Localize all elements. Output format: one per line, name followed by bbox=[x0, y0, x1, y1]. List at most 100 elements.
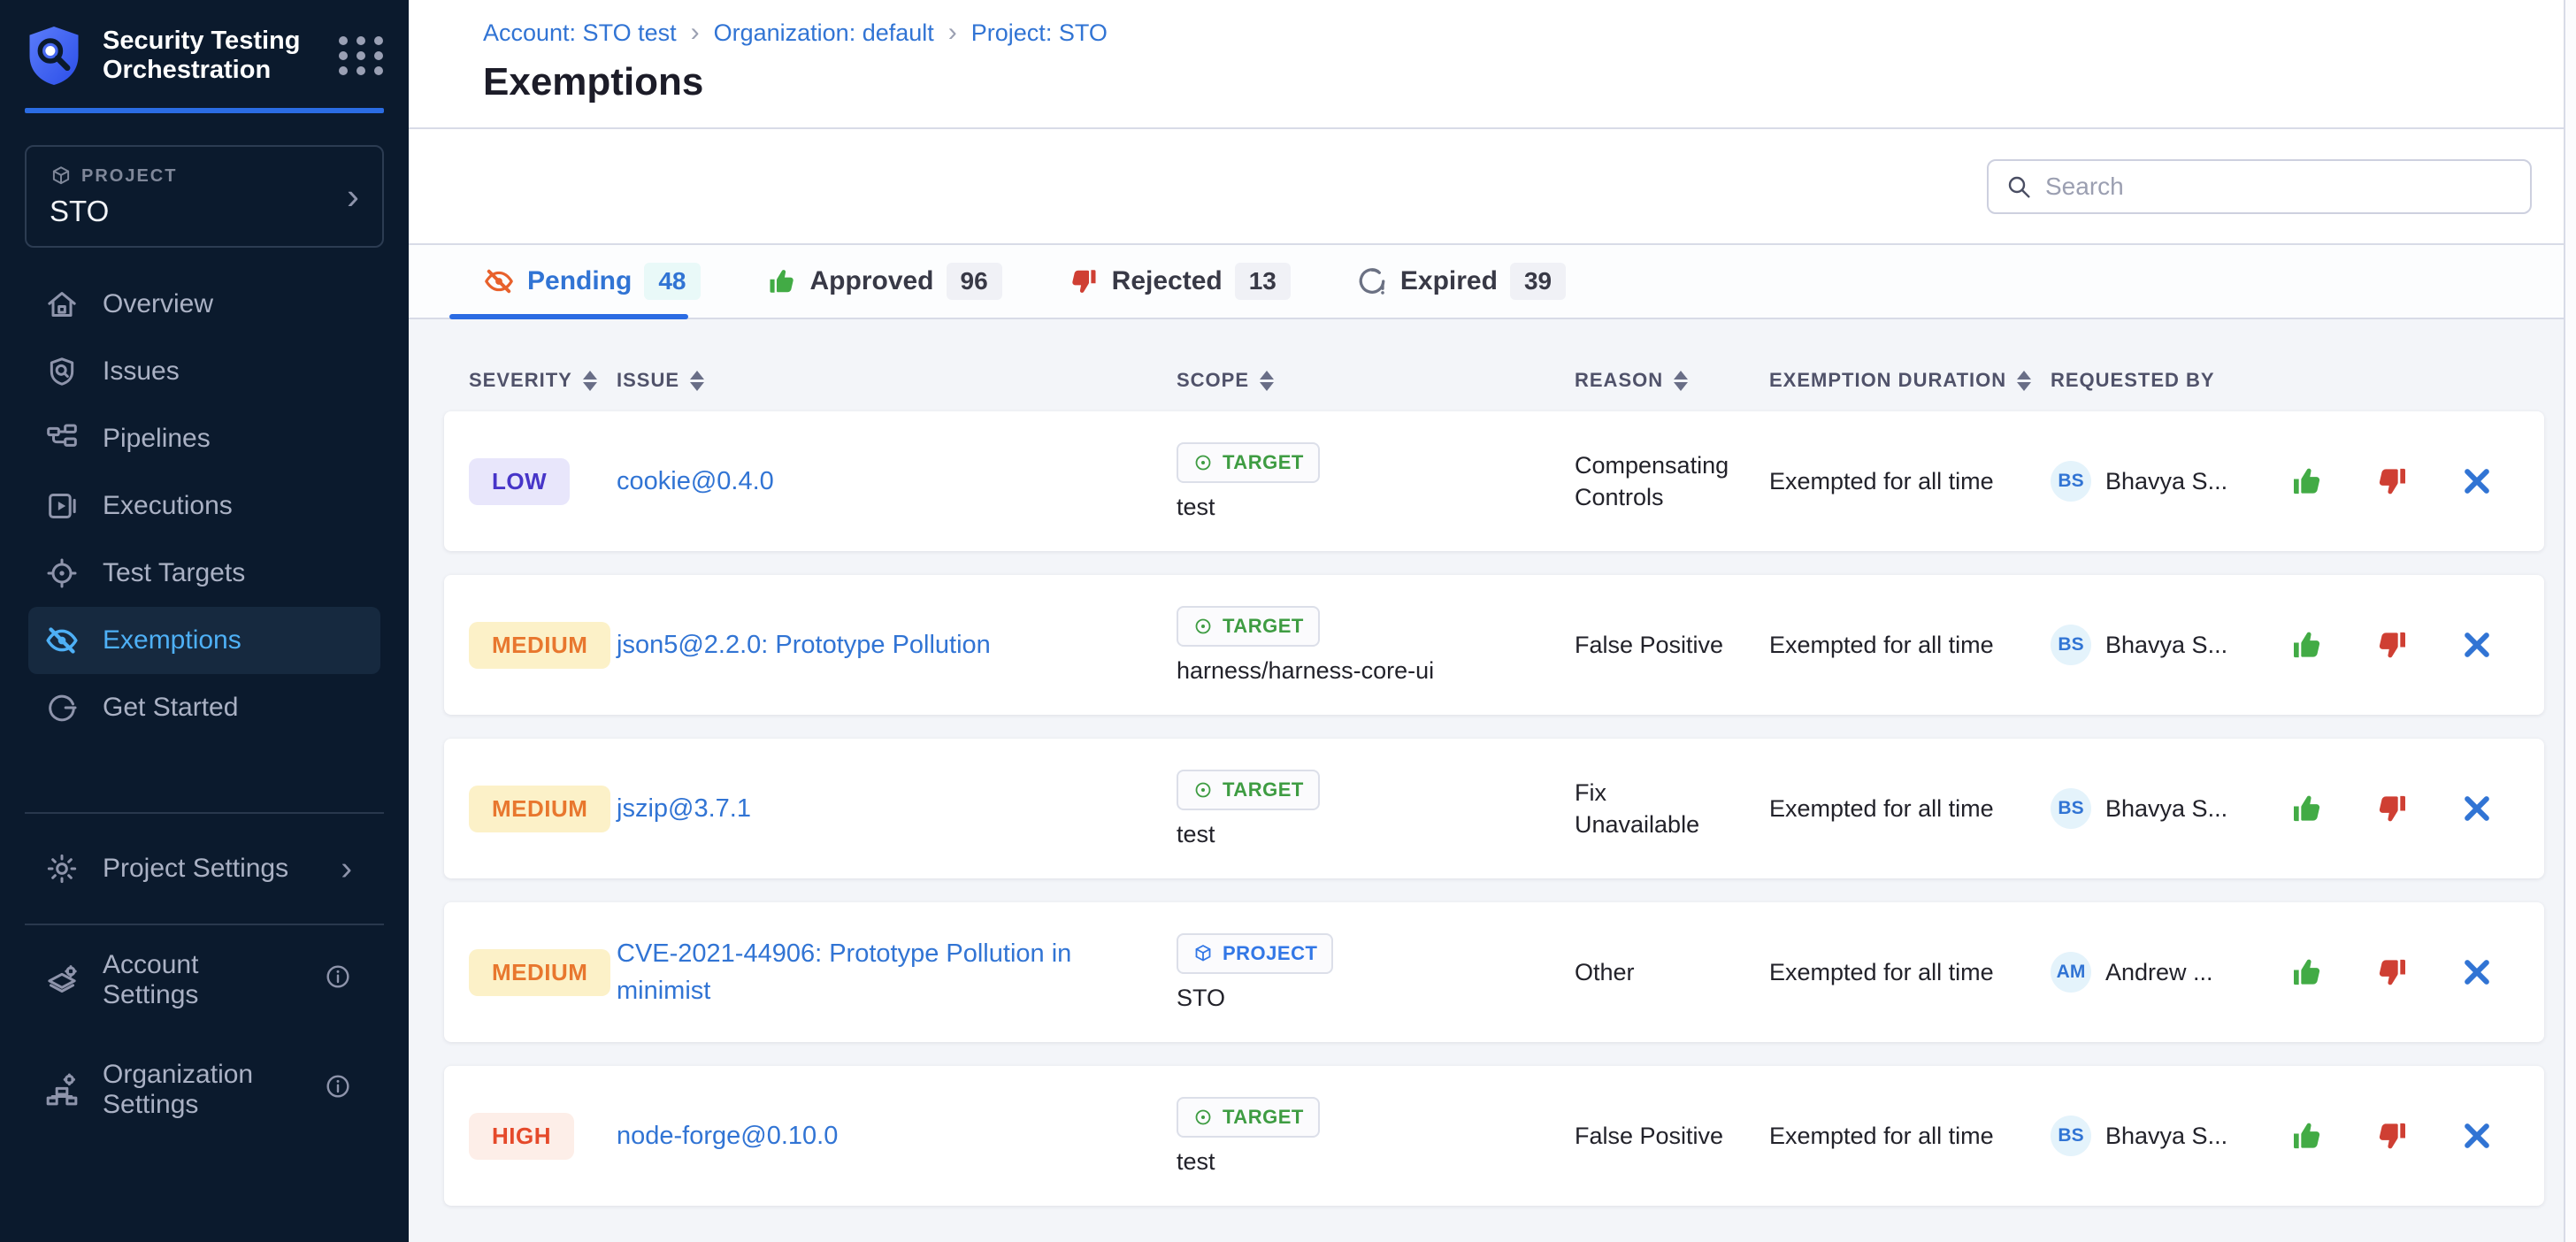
scope-name: test bbox=[1177, 494, 1215, 521]
issue-link[interactable]: node-forge@0.10.0 bbox=[617, 1117, 873, 1154]
project-selector[interactable]: PROJECT STO › bbox=[25, 145, 384, 248]
tab-expired[interactable]: Expired39 bbox=[1356, 245, 1566, 318]
table-row[interactable]: LOW cookie@0.4.0 TARGET test Compensating Co… bbox=[444, 411, 2544, 551]
app-logo-shield-icon bbox=[25, 23, 83, 88]
requested-by-cell: BSBhavya S... bbox=[2051, 788, 2265, 829]
sidebar-item-label: Organization Settings bbox=[103, 1060, 301, 1120]
sidebar-item-overview[interactable]: Overview bbox=[28, 271, 380, 338]
severity-badge: LOW bbox=[469, 458, 570, 505]
org-gear-icon bbox=[44, 1072, 80, 1108]
sidebar-item-get-started[interactable]: Get Started bbox=[28, 674, 380, 741]
scope-cell: TARGETtest bbox=[1177, 770, 1575, 848]
reason-cell: False Positive bbox=[1575, 629, 1769, 661]
column-header-issue[interactable]: ISSUE bbox=[617, 369, 1177, 392]
table-row[interactable]: MEDIUMjszip@3.7.1TARGETtestFix Unavailab… bbox=[444, 739, 2544, 878]
scope-type-label: TARGET bbox=[1223, 1106, 1304, 1129]
sidebar-item-executions[interactable]: Executions bbox=[28, 472, 380, 540]
info-icon bbox=[324, 1072, 352, 1108]
target-icon bbox=[44, 556, 80, 591]
reason-cell: Compensating Controls bbox=[1575, 449, 1769, 514]
row-actions bbox=[2265, 625, 2544, 664]
cancel-button[interactable] bbox=[2457, 462, 2496, 501]
thumb-down-icon bbox=[1068, 265, 1100, 297]
thumb-up-icon bbox=[2289, 791, 2325, 826]
breadcrumb-link[interactable]: Organization: default bbox=[714, 19, 934, 47]
duration-cell: Exempted for all time bbox=[1769, 959, 2051, 986]
scope-cell: TARGETtest bbox=[1177, 1097, 1575, 1176]
issue-link[interactable]: cookie@0.4.0 bbox=[617, 463, 809, 500]
breadcrumb: Account: STO test›Organization: default›… bbox=[483, 18, 2576, 48]
issue-cell: json5@2.2.0: Prototype Pollution bbox=[617, 626, 1177, 663]
info-icon bbox=[324, 1072, 352, 1100]
reject-button[interactable] bbox=[2373, 953, 2411, 992]
app-switcher-grid-icon[interactable] bbox=[338, 33, 384, 79]
approve-button[interactable] bbox=[2288, 625, 2327, 664]
tab-approved[interactable]: Approved96 bbox=[766, 245, 1002, 318]
issue-link[interactable]: CVE-2021-44906: Prototype Pollution in m… bbox=[617, 935, 1177, 1009]
close-x-icon bbox=[2459, 791, 2495, 826]
severity-cell: MEDIUM bbox=[469, 622, 617, 669]
breadcrumb-link[interactable]: Account: STO test bbox=[483, 19, 677, 47]
sidebar-item-pipelines[interactable]: Pipelines bbox=[28, 405, 380, 472]
vertical-scrollbar[interactable] bbox=[2564, 0, 2576, 1242]
table-row[interactable]: HIGHnode-forge@0.10.0TARGETtestFalse Pos… bbox=[444, 1066, 2544, 1206]
search-box[interactable] bbox=[1987, 159, 2532, 214]
sidebar-item-issues[interactable]: Issues bbox=[28, 338, 380, 405]
sort-icon[interactable] bbox=[2017, 371, 2031, 391]
sidebar-item-label: Test Targets bbox=[103, 558, 245, 588]
column-header-severity[interactable]: SEVERITY bbox=[469, 369, 617, 392]
cancel-button[interactable] bbox=[2457, 789, 2496, 828]
table-row[interactable]: MEDIUMjson5@2.2.0: Prototype PollutionTA… bbox=[444, 575, 2544, 715]
tab-label: Approved bbox=[810, 266, 934, 296]
sort-icon[interactable] bbox=[690, 371, 704, 391]
avatar: BS bbox=[2051, 1116, 2091, 1156]
sidebar-item-project-settings[interactable]: Project Settings› bbox=[28, 835, 380, 902]
column-header-scope[interactable]: SCOPE bbox=[1177, 369, 1575, 392]
avatar: AM bbox=[2051, 952, 2091, 993]
breadcrumb-link[interactable]: Project: STO bbox=[971, 19, 1108, 47]
sort-icon[interactable] bbox=[1674, 371, 1688, 391]
home-icon bbox=[44, 287, 80, 322]
executions-icon bbox=[44, 488, 80, 524]
issue-link[interactable]: json5@2.2.0: Prototype Pollution bbox=[617, 626, 1026, 663]
tab-count-badge: 39 bbox=[1510, 263, 1566, 300]
approve-button[interactable] bbox=[2288, 953, 2327, 992]
reject-button[interactable] bbox=[2373, 462, 2411, 501]
sidebar-item-label: Pipelines bbox=[103, 424, 211, 454]
reject-button[interactable] bbox=[2373, 625, 2411, 664]
duration-cell: Exempted for all time bbox=[1769, 1123, 2051, 1150]
sidebar-item-test-targets[interactable]: Test Targets bbox=[28, 540, 380, 607]
severity-cell: MEDIUM bbox=[469, 949, 617, 996]
reject-button[interactable] bbox=[2373, 1116, 2411, 1155]
severity-cell: MEDIUM bbox=[469, 786, 617, 832]
app-title: Security Testing Orchestration bbox=[103, 27, 318, 86]
cube-icon bbox=[1192, 943, 1214, 964]
cancel-button[interactable] bbox=[2457, 953, 2496, 992]
severity-cell: HIGH bbox=[469, 1113, 617, 1160]
column-header-reason[interactable]: REASON bbox=[1575, 369, 1769, 392]
row-actions bbox=[2265, 462, 2544, 501]
cancel-button[interactable] bbox=[2457, 625, 2496, 664]
approve-button[interactable] bbox=[2288, 462, 2327, 501]
search-input[interactable] bbox=[2045, 172, 2514, 201]
scope-type-label: TARGET bbox=[1223, 451, 1304, 474]
tab-pending[interactable]: Pending48 bbox=[483, 245, 701, 318]
column-header-label: SEVERITY bbox=[469, 369, 572, 392]
approve-button[interactable] bbox=[2288, 789, 2327, 828]
column-header-requested-by: REQUESTED BY bbox=[2051, 369, 2265, 392]
sidebar-item-exemptions[interactable]: Exemptions bbox=[28, 607, 380, 674]
sort-icon[interactable] bbox=[1260, 371, 1274, 391]
sidebar-item-organization-settings[interactable]: Organization Settings bbox=[28, 1056, 380, 1123]
sidebar-item-account-settings[interactable]: Account Settings bbox=[28, 947, 380, 1014]
table-row[interactable]: MEDIUMCVE-2021-44906: Prototype Pollutio… bbox=[444, 902, 2544, 1042]
approve-button[interactable] bbox=[2288, 1116, 2327, 1155]
issue-link[interactable]: jszip@3.7.1 bbox=[617, 790, 786, 827]
scope-name: harness/harness-core-ui bbox=[1177, 657, 1434, 685]
cancel-button[interactable] bbox=[2457, 1116, 2496, 1155]
tab-rejected[interactable]: Rejected13 bbox=[1068, 245, 1291, 318]
thumb-up-icon bbox=[2289, 1118, 2325, 1154]
avatar: BS bbox=[2051, 788, 2091, 829]
reject-button[interactable] bbox=[2373, 789, 2411, 828]
sort-icon[interactable] bbox=[583, 371, 597, 391]
column-header-exemption-duration[interactable]: EXEMPTION DURATION bbox=[1769, 369, 2051, 392]
